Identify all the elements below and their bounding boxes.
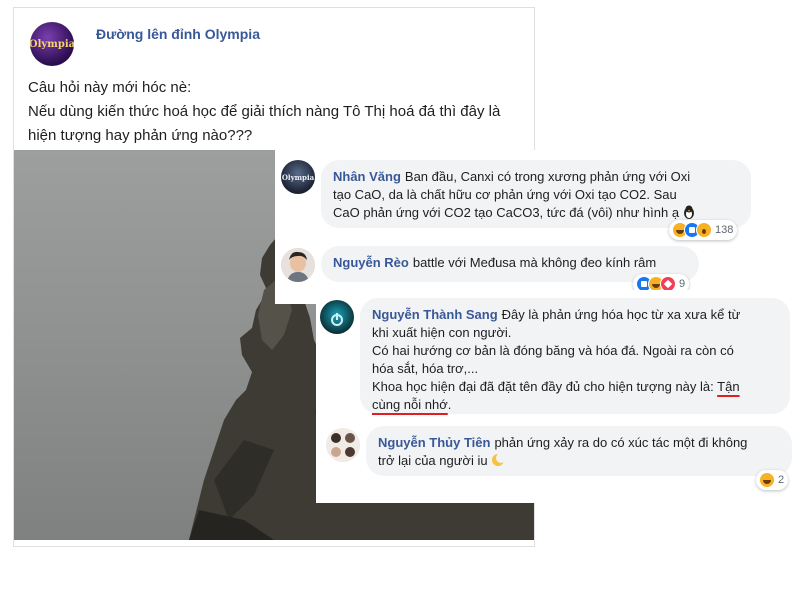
post-text-line: Câu hỏi này mới hóc nè: bbox=[28, 79, 192, 96]
comment-text: trở lại của người iu bbox=[378, 453, 488, 468]
comment-bubble: Nguyễn Thủy Tiên phản ứng xảy ra do có xú… bbox=[366, 426, 792, 476]
reaction-summary[interactable]: 2 bbox=[756, 470, 789, 490]
comments-panel: Nguyễn Thành Sang Đây là phản ứng hóa học… bbox=[316, 290, 798, 503]
comment-text: Đây là phản ứng hóa học từ xa xưa kể từ bbox=[501, 307, 741, 322]
comments-panel: Olympia Nhân Văng Ban đầu, Canxi có trong… bbox=[275, 150, 780, 304]
underlined-phrase: cùng nỗi nhớ bbox=[372, 397, 448, 412]
comment-bubble: Nguyễn Thành Sang Đây là phản ứng hóa học… bbox=[360, 298, 790, 414]
comment-text: tạo CaO, da là chất hữu cơ phản ứng với … bbox=[333, 187, 677, 202]
love-reaction-icon bbox=[661, 277, 675, 291]
comment-author-link[interactable]: Nguyễn Thành Sang bbox=[372, 307, 498, 322]
comment-bubble: Nhân Văng Ban đầu, Canxi có trong xương p… bbox=[321, 160, 751, 228]
avatar[interactable]: Olympia bbox=[281, 160, 315, 194]
comment-text: battle với Međusa mà không đeo kính râm bbox=[412, 255, 657, 270]
group-photo-avatar-icon bbox=[326, 428, 360, 462]
comment-text: khi xuất hiện con người. bbox=[372, 325, 512, 340]
avatar-text: Olympia bbox=[281, 172, 315, 182]
moon-emoji-icon bbox=[491, 453, 505, 466]
comment-text: Có hai hướng cơ bản là đóng băng và hóa … bbox=[372, 343, 734, 358]
comment-author-link[interactable]: Nhân Văng bbox=[333, 169, 401, 184]
power-icon bbox=[331, 313, 343, 326]
comment-text: CaO phản ứng với CO2 tạo CaCO3, tức đá (… bbox=[333, 205, 680, 220]
page-name-link[interactable]: Đường lên đỉnh Olympia bbox=[96, 26, 260, 42]
post-text-line: hiện tượng hay phản ứng nào??? bbox=[28, 127, 253, 144]
reaction-count: 2 bbox=[778, 474, 785, 486]
reaction-count: 138 bbox=[715, 224, 734, 236]
wow-reaction-icon bbox=[697, 223, 711, 237]
comment-text: Khoa học hiện đại đã đặt tên đầy đủ cho … bbox=[372, 379, 714, 394]
avatar[interactable] bbox=[326, 428, 360, 462]
comment-author-link[interactable]: Nguyễn Thủy Tiên bbox=[378, 435, 490, 450]
penguin-emoji-icon bbox=[684, 205, 695, 219]
comment-text: phản ứng xảy ra do có xúc tác một đi khô… bbox=[494, 435, 748, 450]
post-text-line: Nếu dùng kiến thức hoá học để giải thích… bbox=[28, 103, 501, 120]
haha-reaction-icon bbox=[760, 473, 774, 487]
post-text: Câu hỏi này mới hóc nè: Nếu dùng kiến th… bbox=[28, 76, 528, 148]
page-avatar[interactable]: Olympia bbox=[30, 22, 74, 66]
underlined-phrase: Tận bbox=[717, 379, 740, 394]
page-avatar-text: Olympia bbox=[30, 38, 74, 50]
avatar[interactable] bbox=[320, 300, 354, 334]
reaction-summary[interactable]: 138 bbox=[669, 220, 738, 240]
comment-author-link[interactable]: Nguyễn Rèo bbox=[333, 255, 409, 270]
reaction-count: 9 bbox=[679, 278, 686, 290]
person-avatar-icon bbox=[281, 248, 315, 282]
comment-text: Ban đầu, Canxi có trong xương phản ứng v… bbox=[404, 169, 691, 184]
avatar[interactable] bbox=[281, 248, 315, 282]
comment-text: hóa sắt, hóa trơ,... bbox=[372, 361, 479, 376]
